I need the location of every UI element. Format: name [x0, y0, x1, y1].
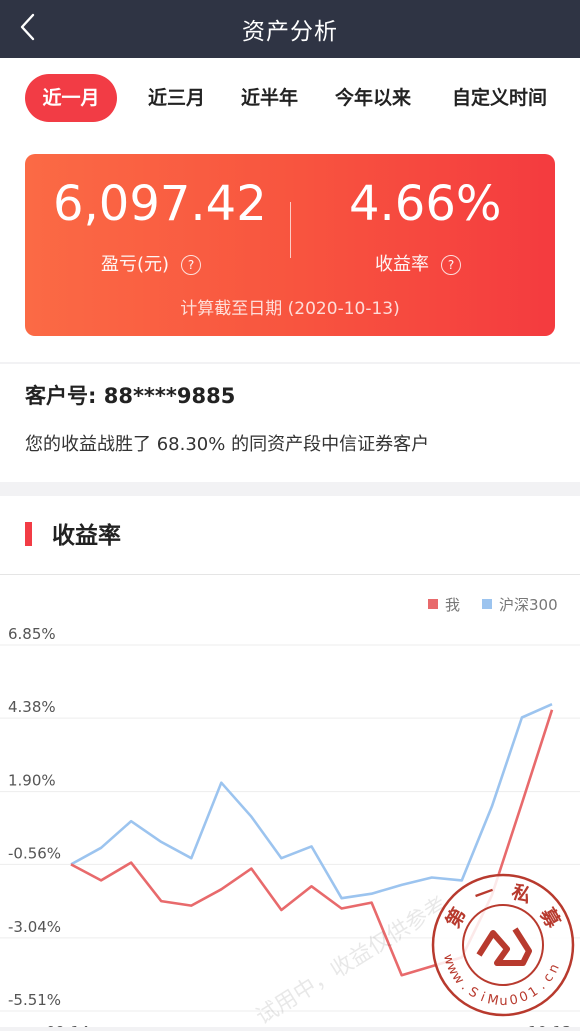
top-nav-bar: 资产分析	[0, 0, 580, 58]
rate-label-group: 收益率?	[375, 250, 461, 276]
period-tabs: 近一月 近三月 近半年 今年以来 自定义时间	[0, 74, 580, 122]
client-id-value: 88****9885	[103, 384, 236, 408]
seal-url-char: u	[499, 994, 507, 1009]
legend-swatch	[428, 599, 438, 609]
tab-half-year[interactable]: 近半年	[241, 74, 298, 122]
section-title: 收益率	[52, 523, 121, 549]
calculation-date: 计算截至日期 (2020-10-13)	[180, 299, 400, 319]
y-tick-label: 6.85%	[8, 625, 56, 643]
rate-value: 4.66%	[349, 176, 502, 232]
y-tick-label: 4.38%	[8, 698, 56, 716]
section-header: 收益率	[0, 496, 580, 575]
return-line-chart: 我 沪深300 6.85% 4.38% 1.90% -0.56% -3.04% -5.51%…	[0, 596, 580, 1031]
card-divider	[290, 202, 291, 258]
client-info: 客户号: 88****9885 您的收益战胜了 68.30% 的同资产段中信证券…	[0, 364, 580, 482]
legend-label: 我	[445, 596, 460, 614]
simu-logo-icon: 第一 私募www.SiM u 001.cn	[431, 873, 575, 1017]
watermark: 试用中，收益仅供参考第一 私募www.SiM u 001.cn	[252, 873, 575, 1030]
x-tick-label: 09-14	[46, 1023, 90, 1027]
chart-x-axis: 09-14 10-13	[46, 1023, 572, 1031]
tab-custom-time[interactable]: 自定义时间	[452, 74, 547, 122]
y-tick-label: -3.04%	[8, 918, 61, 936]
profit-help-icon[interactable]: ?	[181, 255, 202, 275]
beat-percentage-text: 您的收益战胜了 68.30% 的同资产段中信证券客户	[25, 434, 430, 455]
client-id-label: 客户号:	[25, 384, 97, 408]
profit-summary-card: 6,097.42 盈亏(元)? 4.66% 收益率? 计算截至日期 (2020-…	[25, 154, 555, 336]
profit-label: 盈亏(元)	[101, 254, 170, 275]
profit-value: 6,097.42	[53, 176, 267, 232]
legend-swatch	[482, 599, 492, 609]
watermark-text: 试用中，收益仅供参考	[252, 892, 452, 1027]
rate-help-icon[interactable]: ?	[441, 255, 461, 275]
x-tick-label: 10-13	[528, 1023, 572, 1027]
y-tick-label: -5.51%	[8, 991, 61, 1009]
tab-1-month[interactable]: 近一月	[25, 74, 117, 122]
y-tick-label: 1.90%	[8, 772, 56, 790]
page-title: 资产分析	[242, 19, 338, 45]
tab-year-to-date[interactable]: 今年以来	[335, 74, 411, 122]
return-chart-container: 我 沪深300 6.85% 4.38% 1.90% -0.56% -3.04% -5.51%…	[0, 575, 580, 1031]
legend-label: 沪深300	[499, 596, 558, 614]
y-tick-label: -0.56%	[8, 844, 61, 862]
client-id: 客户号: 88****9885	[25, 380, 235, 410]
series-line	[70, 703, 553, 900]
chart-legend: 我 沪深300	[428, 596, 558, 614]
rate-label: 收益率	[375, 254, 429, 275]
section-accent-bar	[25, 522, 32, 546]
tab-3-months[interactable]: 近三月	[148, 74, 205, 122]
summary-panel: 近一月 近三月 近半年 今年以来 自定义时间 6,097.42 盈亏(元)? 4…	[0, 58, 580, 362]
profit-label-group: 盈亏(元)?	[101, 250, 202, 276]
